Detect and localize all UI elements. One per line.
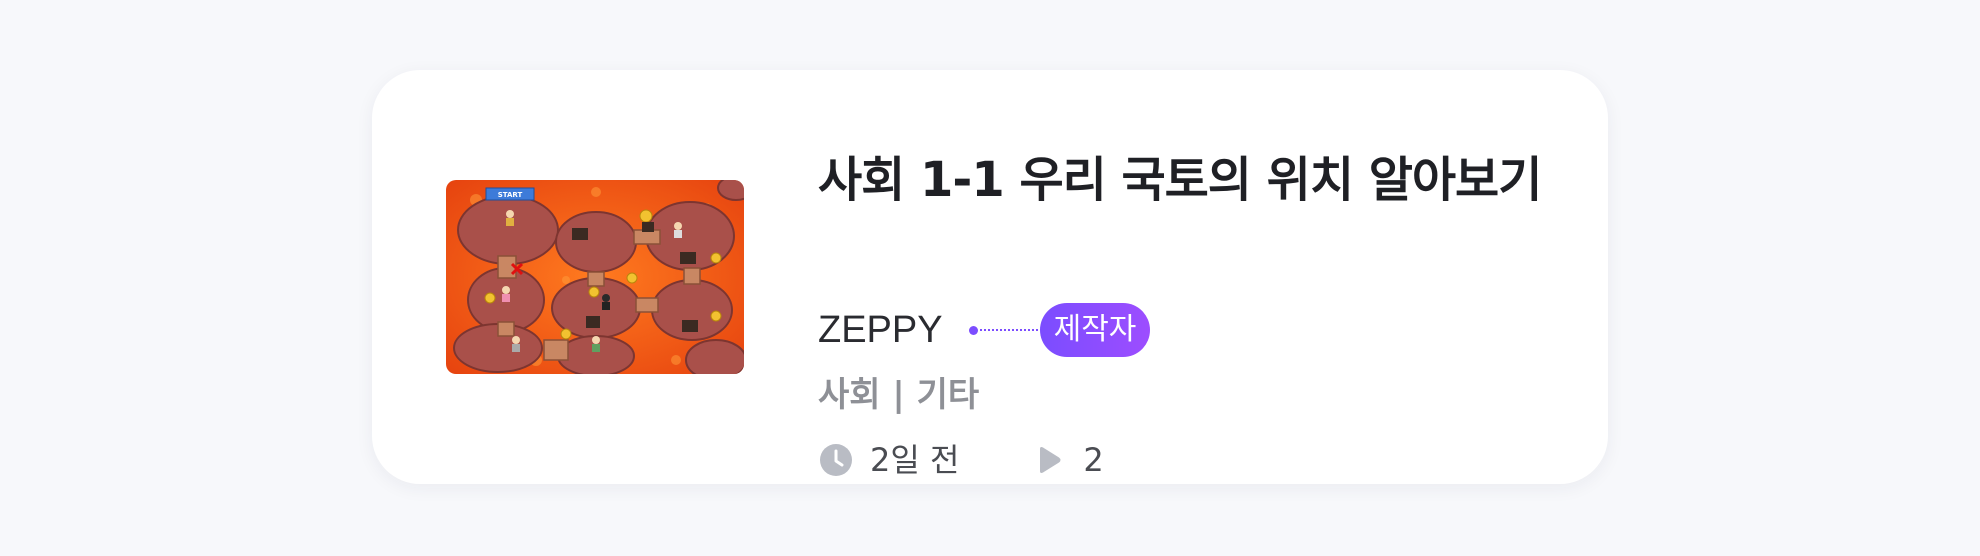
category-label: 사회 | 기타 bbox=[818, 375, 980, 415]
play-count-text: 2 bbox=[1083, 441, 1104, 479]
creator-row: ZEPPY 제작자 bbox=[818, 302, 1151, 358]
time-ago-text: 2일 전 bbox=[870, 441, 960, 479]
map-card[interactable]: START 사회 1-1 우리 국토의 위치 알아보기 ZEPPY 제작자 사회… bbox=[372, 70, 1608, 484]
creator-name[interactable]: ZEPPY bbox=[818, 302, 943, 358]
time-ago: 2일 전 bbox=[818, 436, 959, 484]
game-map-image: START bbox=[446, 180, 744, 374]
clock-icon bbox=[818, 442, 854, 478]
map-thumbnail[interactable]: START bbox=[446, 180, 744, 374]
start-sign: START bbox=[498, 191, 523, 199]
play-count: 2 bbox=[1031, 436, 1104, 484]
play-icon bbox=[1031, 442, 1067, 478]
meta-row: 2일 전 2 bbox=[818, 436, 1104, 484]
creator-badge: 제작자 bbox=[1039, 303, 1151, 357]
map-title[interactable]: 사회 1-1 우리 국토의 위치 알아보기 bbox=[818, 148, 1542, 212]
creator-connector bbox=[968, 325, 1038, 335]
